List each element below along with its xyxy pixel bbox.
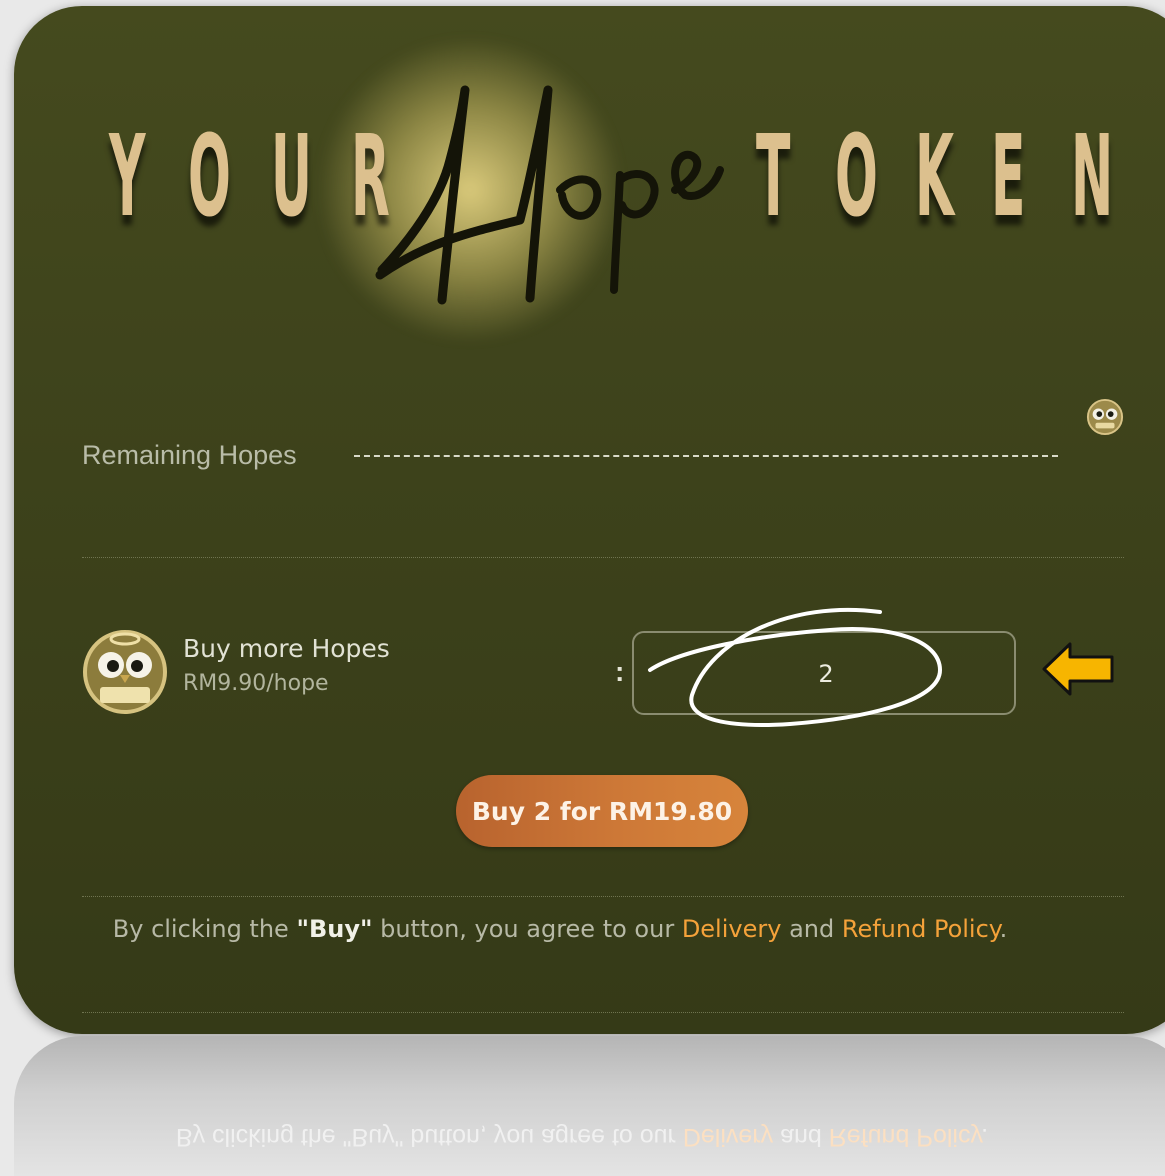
arrow-left-icon: [1042, 642, 1114, 696]
remaining-hopes-label: Remaining Hopes: [82, 440, 297, 470]
owl-hope-icon: [1086, 398, 1124, 436]
card-reflection: By clicking the "Buy" button, you agree …: [14, 1036, 1165, 1176]
terms-text: By clicking the "Buy" button, you agree …: [0, 915, 1120, 943]
quantity-input[interactable]: [634, 633, 1018, 715]
divider: [82, 1012, 1124, 1013]
logo-letter: O: [835, 118, 878, 236]
reflected-refund-link: Refund Policy: [828, 1123, 982, 1151]
refund-policy-link[interactable]: Refund Policy: [842, 915, 1000, 943]
terms-middle: button, you agree to our: [372, 915, 682, 943]
quantity-field[interactable]: [632, 631, 1018, 715]
reflected-terms-prefix: By clicking the: [175, 1123, 343, 1151]
terms-buy-ref: "Buy": [296, 915, 373, 943]
terms-suffix: .: [999, 915, 1008, 943]
logo-letter: E: [991, 112, 1026, 242]
logo-letter: N: [1071, 118, 1113, 236]
reflected-terms-suffix: .: [981, 1123, 989, 1151]
product-price: RM9.90/hope: [183, 671, 329, 696]
logo-letter: U: [271, 118, 312, 236]
reflected-terms-middle: button, you agree to our: [403, 1123, 683, 1151]
buy-button[interactable]: Buy 2 for RM19.80: [456, 775, 748, 847]
terms-and: and: [781, 915, 842, 943]
logo-hope-script: [375, 85, 724, 305]
delivery-link[interactable]: Delivery: [682, 915, 782, 943]
reflected-terms-text: By clicking the "Buy" button, you agree …: [14, 1122, 1150, 1151]
logo-letter: Y: [109, 118, 145, 236]
logo-letter: O: [188, 118, 231, 236]
logo-letter: K: [915, 118, 954, 236]
logo-letter: R: [351, 118, 390, 236]
divider: [82, 896, 1124, 897]
reflected-terms-buy-ref: "Buy": [342, 1123, 404, 1151]
reflected-delivery-link: Delivery: [682, 1123, 774, 1151]
product-title: Buy more Hopes: [183, 634, 390, 663]
divider: [82, 557, 1124, 558]
field-separator: :: [615, 656, 625, 687]
logo-letter: T: [756, 112, 791, 242]
owl-hope-avatar-icon: [83, 630, 167, 714]
reflected-terms-and: and: [773, 1123, 829, 1151]
terms-prefix: By clicking the: [112, 915, 297, 943]
dotted-leader: [354, 455, 1058, 457]
